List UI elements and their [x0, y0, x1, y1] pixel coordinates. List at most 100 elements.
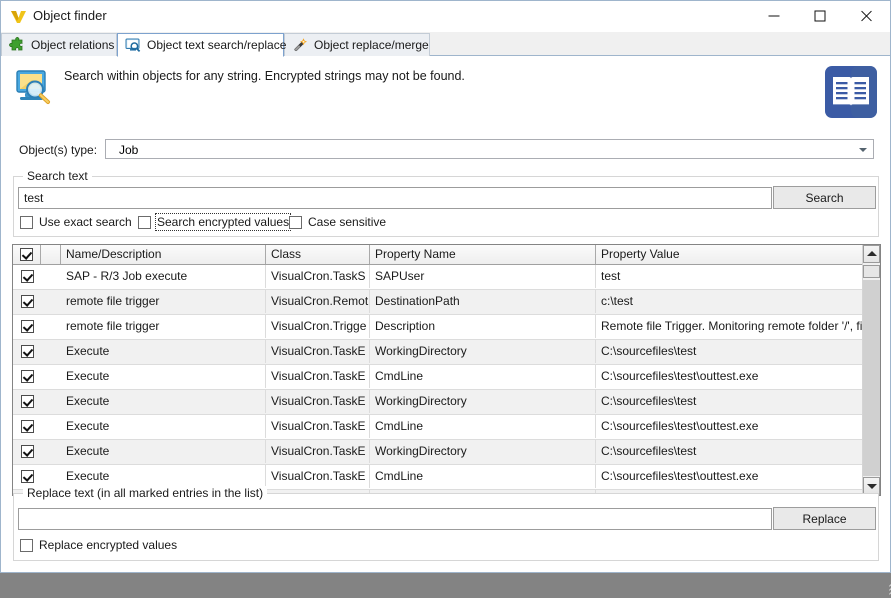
- visualcron-logo-icon: [10, 8, 27, 25]
- row-checkbox[interactable]: [21, 345, 34, 358]
- monitor-search-icon: [125, 37, 141, 53]
- select-all-header[interactable]: [13, 245, 41, 264]
- table-row[interactable]: remote file triggerVisualCron.TriggeDesc…: [13, 315, 862, 340]
- replace-button[interactable]: Replace: [773, 507, 876, 530]
- checkbox-box: [289, 216, 302, 229]
- column-header-class[interactable]: Class: [266, 245, 370, 264]
- close-button[interactable]: [843, 1, 889, 31]
- cell-class: VisualCron.TaskE: [266, 390, 370, 413]
- replace-input[interactable]: [18, 508, 772, 530]
- cell-name-description: Execute: [61, 415, 266, 438]
- results-grid: Name/Description Class Property Name Pro…: [12, 244, 881, 496]
- header-banner: Search within objects for any string. En…: [1, 56, 890, 135]
- cell-class: VisualCron.TaskS: [266, 265, 370, 288]
- cell-property-value: Remote file Trigger. Monitoring remote f…: [596, 315, 862, 338]
- cell-class: VisualCron.TaskE: [266, 415, 370, 438]
- blue-book-icon: [820, 61, 882, 123]
- cell-class: VisualCron.TaskE: [266, 440, 370, 463]
- row-select-cell[interactable]: [13, 265, 41, 288]
- tab-object-relations[interactable]: Object relations: [1, 33, 117, 56]
- tab-object-text-search-replace[interactable]: Object text search/replace: [117, 33, 284, 57]
- row-select-cell[interactable]: [13, 290, 41, 313]
- window-title: Object finder: [33, 8, 107, 23]
- cell-property-value: C:\sourcefiles\test\outtest.exe: [596, 465, 862, 488]
- resize-grip-icon[interactable]: [876, 584, 890, 598]
- row-icon-cell: C:\: [41, 415, 61, 438]
- cell-name-description: remote file trigger: [61, 315, 266, 338]
- checkbox-box: [20, 216, 33, 229]
- cell-property-value: test: [596, 265, 862, 288]
- row-select-cell[interactable]: [13, 365, 41, 388]
- scroll-up-icon[interactable]: [863, 245, 880, 263]
- cell-name-description: Execute: [61, 390, 266, 413]
- object-type-label: Object(s) type:: [19, 143, 97, 157]
- row-select-cell[interactable]: [13, 415, 41, 438]
- cell-property-name: CmdLine: [370, 365, 596, 388]
- grid-body: SAPSAP - R/3 Job executeVisualCron.TaskS…: [13, 265, 862, 495]
- row-icon-cell: C:\: [41, 365, 61, 388]
- row-checkbox[interactable]: [21, 395, 34, 408]
- maximize-button[interactable]: [797, 1, 843, 31]
- table-row[interactable]: remote file triggerVisualCron.RemotDesti…: [13, 290, 862, 315]
- search-encrypted-values-checkbox[interactable]: Search encrypted values: [138, 215, 289, 229]
- icon-column-header[interactable]: [41, 245, 61, 264]
- minimize-button[interactable]: [751, 1, 797, 31]
- row-icon-cell: C:\: [41, 440, 61, 463]
- table-row[interactable]: C:\ExecuteVisualCron.TaskEWorkingDirecto…: [13, 440, 862, 465]
- search-input-value: test: [24, 191, 43, 205]
- cell-class: VisualCron.TaskE: [266, 340, 370, 363]
- tab-label: Object relations: [31, 38, 114, 52]
- row-checkbox[interactable]: [21, 370, 34, 383]
- select-all-checkbox[interactable]: [20, 248, 33, 261]
- row-checkbox[interactable]: [21, 295, 34, 308]
- row-icon-cell: C:\: [41, 390, 61, 413]
- checkbox-label: Replace encrypted values: [39, 538, 177, 552]
- tab-object-replace-merge[interactable]: Object replace/merge: [284, 33, 430, 56]
- grid-header-row: Name/Description Class Property Name Pro…: [13, 245, 880, 265]
- monitor-magnifier-icon: [15, 67, 53, 105]
- case-sensitive-checkbox[interactable]: Case sensitive: [289, 215, 386, 229]
- replace-encrypted-values-checkbox[interactable]: Replace encrypted values: [20, 538, 177, 552]
- cell-class: VisualCron.TaskE: [266, 465, 370, 488]
- row-select-cell[interactable]: [13, 390, 41, 413]
- table-row[interactable]: C:\ExecuteVisualCron.TaskECmdLineC:\sour…: [13, 365, 862, 390]
- row-checkbox[interactable]: [21, 420, 34, 433]
- row-icon-cell: [41, 290, 61, 313]
- row-select-cell[interactable]: [13, 440, 41, 463]
- row-select-cell[interactable]: [13, 315, 41, 338]
- row-checkbox[interactable]: [21, 320, 34, 333]
- cell-name-description: remote file trigger: [61, 290, 266, 313]
- replace-text-group: Replace text (in all marked entries in t…: [13, 493, 879, 561]
- column-header-property-value[interactable]: Property Value: [596, 245, 880, 264]
- title-bar: Object finder: [1, 1, 890, 32]
- table-row[interactable]: C:\ExecuteVisualCron.TaskEWorkingDirecto…: [13, 340, 862, 365]
- cell-name-description: Execute: [61, 365, 266, 388]
- desktop-background: [0, 573, 891, 598]
- search-button[interactable]: Search: [773, 186, 876, 209]
- object-type-select[interactable]: Job: [105, 139, 874, 159]
- use-exact-search-checkbox[interactable]: Use exact search: [20, 215, 132, 229]
- row-checkbox[interactable]: [21, 270, 34, 283]
- checkbox-box: [138, 216, 151, 229]
- column-header-name-description[interactable]: Name/Description: [61, 245, 266, 264]
- row-select-cell[interactable]: [13, 465, 41, 488]
- row-select-cell[interactable]: [13, 340, 41, 363]
- cell-property-name: CmdLine: [370, 415, 596, 438]
- table-row[interactable]: C:\ExecuteVisualCron.TaskEWorkingDirecto…: [13, 390, 862, 415]
- row-checkbox[interactable]: [21, 445, 34, 458]
- object-type-value: Job: [119, 143, 138, 157]
- cell-property-name: WorkingDirectory: [370, 440, 596, 463]
- minimize-icon: [769, 16, 780, 17]
- checkbox-label: Search encrypted values: [157, 215, 289, 229]
- scrollbar-track[interactable]: [863, 280, 880, 476]
- search-input[interactable]: test: [18, 187, 772, 209]
- scrollbar-thumb[interactable]: [863, 265, 880, 278]
- grid-vertical-scrollbar[interactable]: [862, 245, 880, 495]
- chevron-down-icon[interactable]: [859, 148, 867, 152]
- table-row[interactable]: SAPSAP - R/3 Job executeVisualCron.TaskS…: [13, 265, 862, 290]
- cell-property-value: C:\sourcefiles\test: [596, 340, 862, 363]
- table-row[interactable]: C:\ExecuteVisualCron.TaskECmdLineC:\sour…: [13, 415, 862, 440]
- row-checkbox[interactable]: [21, 470, 34, 483]
- close-icon: [860, 10, 873, 23]
- column-header-property-name[interactable]: Property Name: [370, 245, 596, 264]
